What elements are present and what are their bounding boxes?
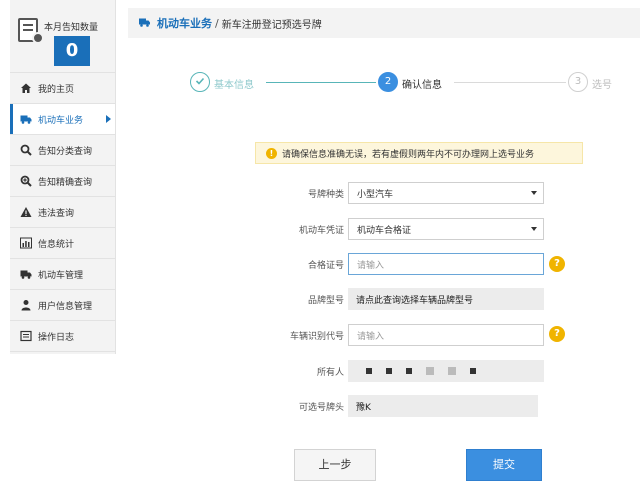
summary-title: 本月告知数量: [44, 23, 99, 33]
step-3-label: 选号: [592, 80, 612, 91]
prefix-field: 豫K: [348, 395, 538, 417]
sidebar-item-label: 用户信息管理: [38, 301, 93, 312]
summary-count: 0: [54, 36, 90, 66]
notice-text: 请确保信息准确无误，若有虚假则两年内不可办理网上选号业务: [282, 149, 535, 160]
sidebar: 本月告知数量 0 我的主页 机动车业务 告知分类查询 告知精确查询 违法查询 信…: [10, 0, 116, 354]
step-3-number: 3: [568, 72, 588, 92]
bar-chart-icon: [20, 237, 32, 249]
brand-model-value: 请点此查询选择车辆品牌型号: [356, 295, 474, 306]
badge-icon: [32, 32, 44, 44]
sidebar-item-home[interactable]: 我的主页: [10, 73, 115, 104]
prefix-label: 可选号牌头: [298, 403, 344, 413]
sidebar-item-label: 操作日志: [38, 332, 75, 343]
zoom-icon: [20, 175, 32, 187]
caret-right-icon: [106, 115, 111, 123]
sidebar-item-label: 信息统计: [38, 239, 75, 250]
step-2-number: 2: [378, 72, 398, 92]
warning-icon: [20, 206, 32, 218]
truck-icon: [20, 113, 32, 125]
sidebar-item-operation-log[interactable]: 操作日志: [10, 321, 115, 352]
step-2-label: 确认信息: [402, 80, 442, 91]
log-icon: [20, 330, 32, 342]
sidebar-item-category-query[interactable]: 告知分类查询: [10, 135, 115, 166]
plate-type-label: 号牌种类: [307, 190, 344, 200]
sidebar-item-label: 我的主页: [38, 84, 75, 95]
truck-icon: [20, 268, 32, 280]
sidebar-item-user-management[interactable]: 用户信息管理: [10, 290, 115, 321]
sidebar-item-label: 违法查询: [38, 208, 75, 219]
step-progress: 基本信息 2 确认信息 3 选号: [190, 70, 620, 94]
breadcrumb-section[interactable]: 机动车业务: [157, 15, 212, 31]
help-icon[interactable]: ?: [549, 326, 565, 342]
certificate-value: 机动车合格证: [357, 225, 412, 236]
sidebar-item-label: 机动车管理: [38, 270, 84, 281]
owner-redacted: [366, 367, 476, 375]
sidebar-item-vehicle-management[interactable]: 机动车管理: [10, 259, 115, 290]
breadcrumb: 机动车业务 / 新车注册登记预选号牌: [128, 8, 640, 38]
truck-icon: [138, 16, 151, 31]
previous-button[interactable]: 上一步: [294, 449, 376, 481]
chevron-down-icon: [531, 227, 537, 231]
cert-number-label: 合格证号: [307, 261, 344, 271]
cert-number-input[interactable]: 请输入: [348, 253, 544, 275]
step-1-label: 基本信息: [214, 80, 254, 91]
step-1-done-icon: [190, 72, 210, 92]
breadcrumb-separator: /: [215, 16, 219, 30]
certificate-label: 机动车凭证: [298, 226, 344, 236]
cert-number-placeholder: 请输入: [357, 260, 385, 271]
sidebar-item-label: 告知分类查询: [38, 146, 93, 157]
search-icon: [20, 144, 32, 156]
warning-notice: ! 请确保信息准确无误，若有虚假则两年内不可办理网上选号业务: [255, 142, 583, 164]
step-connector: [454, 82, 566, 83]
owner-label: 所有人: [316, 368, 344, 378]
certificate-select[interactable]: 机动车合格证: [348, 218, 544, 240]
owner-field: [348, 360, 544, 382]
prefix-value: 豫K: [356, 402, 371, 413]
plate-type-select[interactable]: 小型汽车: [348, 182, 544, 204]
user-icon: [20, 299, 32, 311]
sidebar-item-violation-query[interactable]: 违法查询: [10, 197, 115, 228]
sidebar-item-label: 机动车业务: [38, 115, 84, 126]
sidebar-item-exact-query[interactable]: 告知精确查询: [10, 166, 115, 197]
chevron-down-icon: [531, 191, 537, 195]
brand-model-field[interactable]: 请点此查询选择车辆品牌型号: [348, 288, 544, 310]
monthly-summary: 本月告知数量 0: [10, 0, 115, 73]
submit-button[interactable]: 提交: [466, 449, 542, 481]
vin-input[interactable]: 请输入: [348, 324, 544, 346]
vin-placeholder: 请输入: [357, 331, 385, 342]
sidebar-item-vehicle-business[interactable]: 机动车业务: [10, 104, 115, 135]
step-connector: [266, 82, 376, 83]
plate-type-value: 小型汽车: [357, 189, 394, 200]
warning-icon: !: [266, 148, 277, 159]
page-title: 新车注册登记预选号牌: [221, 19, 322, 31]
sidebar-item-statistics[interactable]: 信息统计: [10, 228, 115, 259]
sidebar-item-label: 告知精确查询: [38, 177, 93, 188]
help-icon[interactable]: ?: [549, 256, 565, 272]
home-icon: [20, 82, 32, 94]
vin-label: 车辆识别代号: [289, 332, 344, 342]
brand-model-label: 品牌型号: [307, 296, 344, 306]
